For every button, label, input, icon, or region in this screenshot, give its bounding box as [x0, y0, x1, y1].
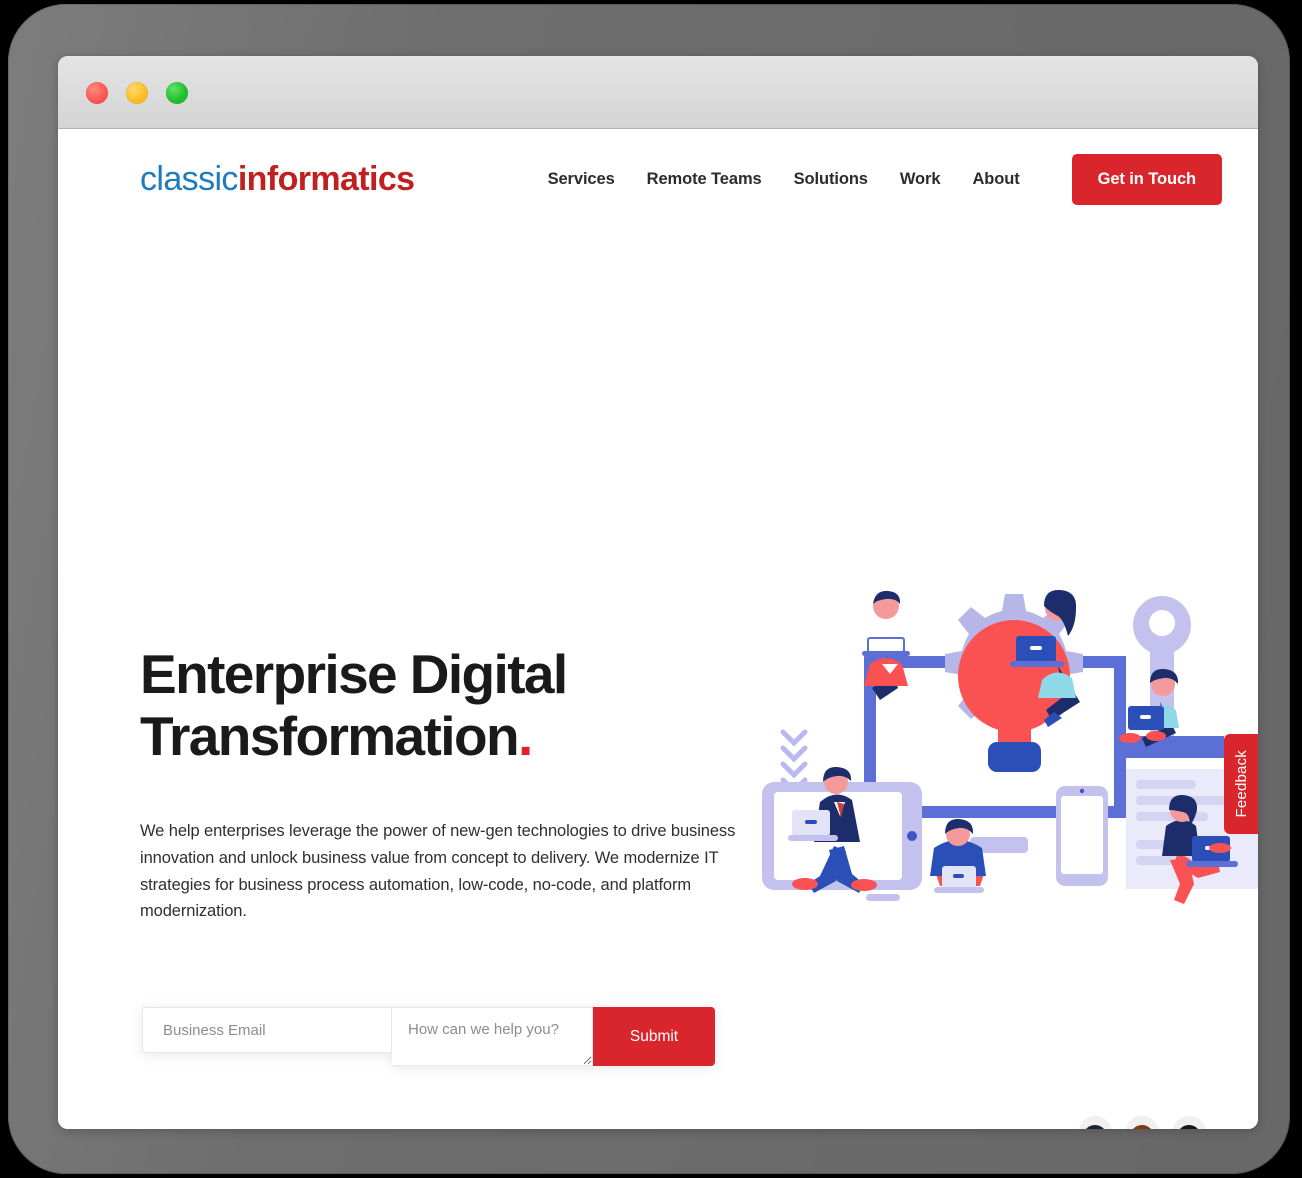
close-button[interactable]: [86, 82, 108, 104]
message-textarea[interactable]: [392, 1007, 593, 1066]
minimize-button[interactable]: [126, 82, 148, 104]
hero-contact-form: Submit: [142, 1007, 715, 1066]
phone-device: [1056, 786, 1108, 886]
browser-window: classicinformatics Services Remote Teams…: [58, 56, 1258, 1129]
logo-text-classic: classic: [140, 160, 238, 198]
brand-logo[interactable]: classicinformatics: [140, 162, 415, 196]
main-navigation: Services Remote Teams Solutions Work Abo…: [548, 153, 1222, 205]
device-bezel: classicinformatics Services Remote Teams…: [8, 4, 1290, 1174]
hero-title-line-1: Enterprise Digital: [140, 643, 568, 705]
site-header: classicinformatics Services Remote Teams…: [58, 129, 1258, 229]
avatar: [1123, 1114, 1161, 1129]
business-email-input[interactable]: [142, 1007, 392, 1053]
nav-item-work[interactable]: Work: [900, 170, 941, 189]
nav-item-remote-teams[interactable]: Remote Teams: [647, 170, 762, 189]
avatar-group: [1076, 1114, 1208, 1129]
hero-title-line-2: Transformation: [140, 704, 520, 767]
avatar: [1076, 1114, 1114, 1129]
maximize-button[interactable]: [166, 82, 188, 104]
submit-button[interactable]: Submit: [593, 1007, 715, 1066]
page-title: Enterprise Digital Transformation.: [140, 643, 800, 767]
nav-item-solutions[interactable]: Solutions: [794, 170, 868, 189]
page-viewport: classicinformatics Services Remote Teams…: [58, 129, 1258, 1129]
avatar-hair: [1083, 1125, 1107, 1129]
logo-text-informatics: informatics: [237, 160, 415, 198]
get-in-touch-button[interactable]: Get in Touch: [1071, 153, 1222, 205]
digital-transformation-illustration: [758, 584, 1258, 934]
window-controls: [86, 82, 188, 104]
feedback-tab[interactable]: Feedback: [1224, 734, 1258, 834]
avatar-hair: [1130, 1125, 1154, 1129]
browser-titlebar: [58, 56, 1258, 129]
avatar: [1170, 1114, 1208, 1129]
hero-description: We help enterprises leverage the power o…: [140, 822, 736, 921]
person-top-left: [862, 590, 910, 700]
hero-section: Enterprise Digital Transformation. We hel…: [58, 129, 1258, 1129]
person-right-ledge: [1116, 668, 1224, 758]
nav-item-about[interactable]: About: [972, 170, 1019, 189]
hero-title-accent-dot: .: [517, 704, 533, 767]
hero-copy: Enterprise Digital Transformation. We hel…: [140, 643, 800, 925]
feedback-tab-label: Feedback: [1232, 750, 1250, 818]
nav-item-services[interactable]: Services: [548, 170, 615, 189]
avatar-hair: [1177, 1125, 1201, 1129]
person-sitting: [930, 818, 986, 893]
